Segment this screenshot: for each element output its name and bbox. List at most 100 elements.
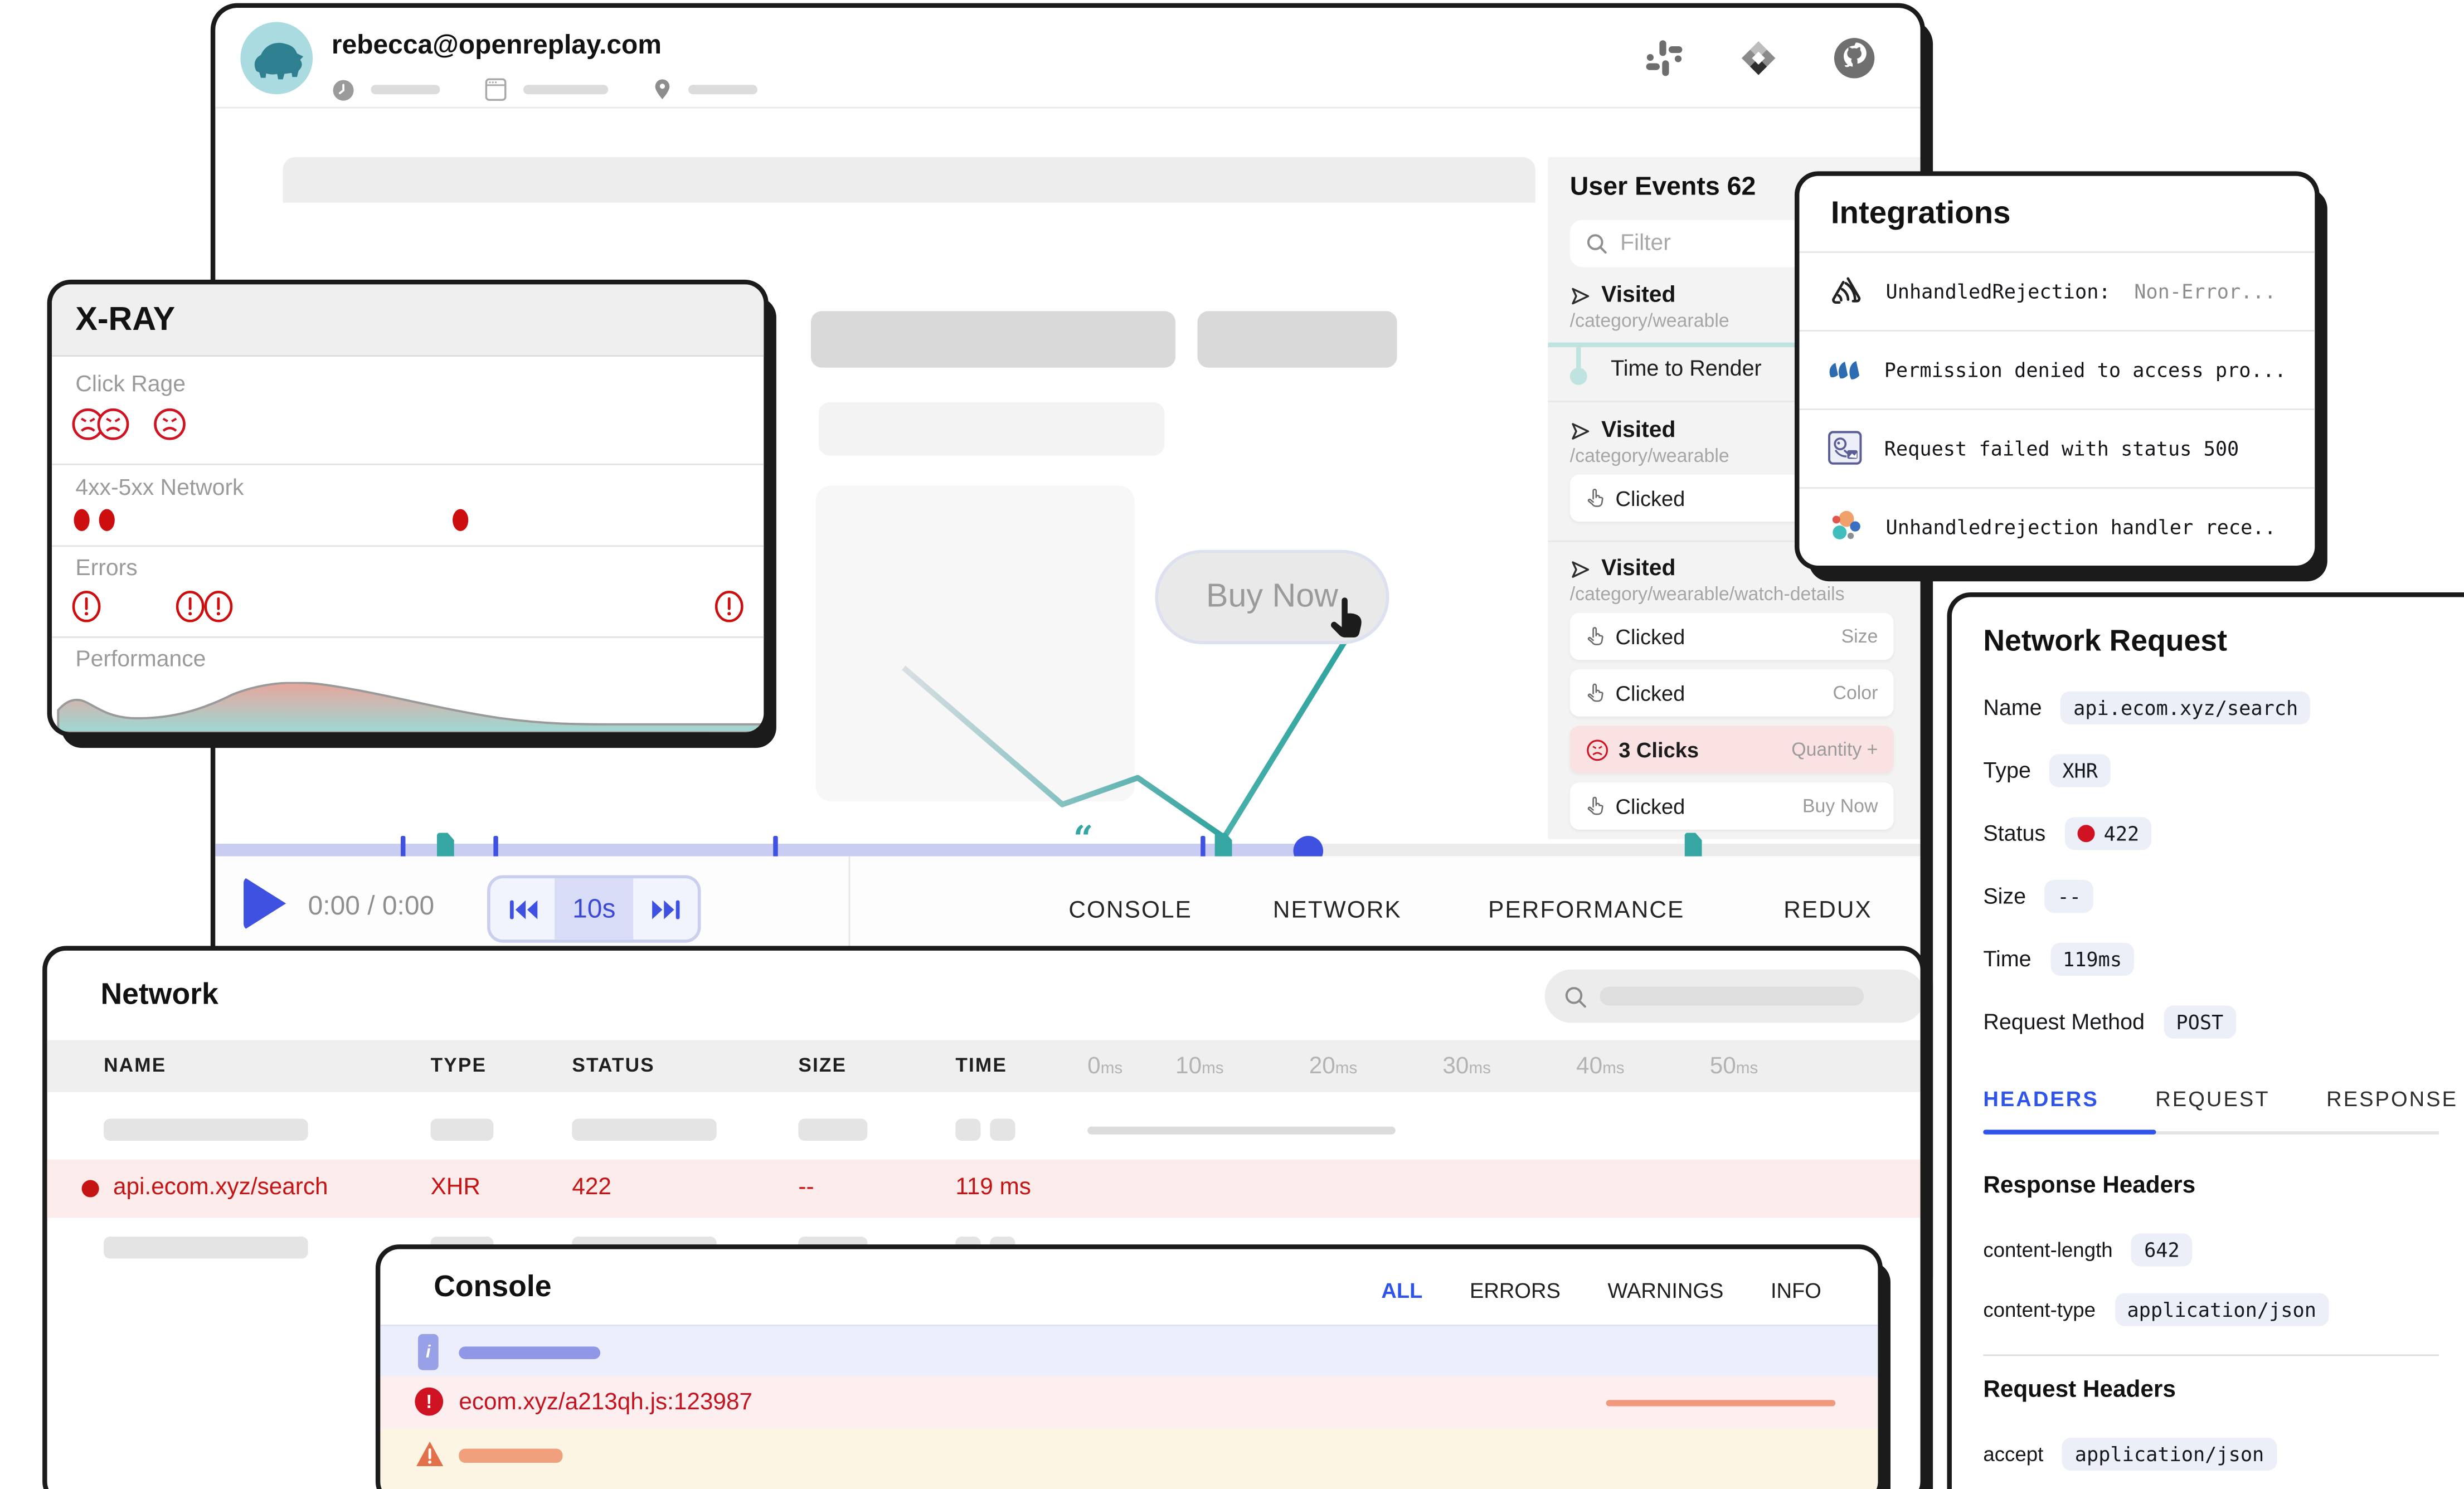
timeline-page-marker[interactable]	[437, 833, 454, 859]
col-status[interactable]: STATUS	[572, 1054, 654, 1076]
tab-response[interactable]: RESPONSE	[2326, 1087, 2458, 1111]
row-time: 119 ms	[955, 1174, 1031, 1200]
error-icon[interactable]	[713, 589, 745, 624]
rage-face-icon[interactable]	[96, 407, 130, 441]
console-tab-info[interactable]: INFO	[1771, 1279, 1821, 1302]
event-visited-2[interactable]: Visited /category/wearable	[1570, 418, 1729, 466]
visited-icon	[1570, 420, 1591, 441]
rage-face-icon[interactable]	[153, 407, 187, 441]
filter-placeholder: Filter	[1620, 231, 1671, 256]
tab-performance[interactable]: PERFORMANCE	[1488, 897, 1684, 924]
integration-item-elastic[interactable]: Unhandledrejection handler rece..	[1799, 487, 2315, 566]
network-error-dot[interactable]	[74, 509, 90, 531]
event-path: /category/wearable/watch-details	[1570, 583, 1845, 605]
col-size[interactable]: SIZE	[798, 1054, 847, 1076]
tick-0ms: 0ms	[1087, 1053, 1122, 1081]
network-request-panel: Network Request Name api.ecom.xyz/search…	[1952, 597, 2464, 1489]
console-tabs: ALL ERRORS WARNINGS INFO	[1381, 1279, 1821, 1302]
meta-skeleton	[523, 85, 608, 94]
integration-item-sentry[interactable]: UnhandledRejection: Non-Error...	[1799, 251, 2315, 330]
xray-panel: X-RAY Click Rage 4xx-5xx Network Errors …	[52, 284, 764, 732]
console-row-info[interactable]: i	[380, 1325, 1878, 1376]
console-tab-warnings[interactable]: WARNINGS	[1607, 1279, 1723, 1302]
table-row-skeleton[interactable]	[47, 1104, 1921, 1155]
timeline-event-tick[interactable]	[773, 836, 777, 858]
nr-field-time: Time 119ms	[1983, 936, 2134, 980]
user-email: rebecca@openreplay.com	[332, 30, 662, 61]
timeline-quote-marker[interactable]: “	[1073, 819, 1094, 859]
console-row-warning[interactable]	[380, 1428, 1878, 1489]
request-headers-title: Request Headers	[1983, 1376, 2176, 1403]
tab-network[interactable]: NETWORK	[1273, 897, 1402, 924]
timeline-progress	[215, 844, 1308, 857]
tab-request[interactable]: REQUEST	[2155, 1087, 2269, 1111]
response-headers-title: Response Headers	[1983, 1172, 2195, 1199]
network-error-dot[interactable]	[453, 509, 468, 531]
click-icon	[1586, 625, 1606, 647]
integrations-panel: Integrations UnhandledRejection: Non-Err…	[1799, 176, 2315, 566]
skip-back-button[interactable]	[490, 878, 555, 940]
tab-headers[interactable]: HEADERS	[1983, 1087, 2098, 1111]
tick-50ms: 50ms	[1710, 1053, 1758, 1081]
event-rage-click-card[interactable]: 3 Clicks Quantity +	[1570, 726, 1894, 773]
network-table-header: NAME TYPE STATUS SIZE TIME 0ms 10ms 20ms…	[47, 1040, 1921, 1092]
datadog-icon	[1828, 431, 1862, 465]
replay-timeline[interactable]	[215, 844, 1920, 857]
xray-title: X-RAY	[75, 301, 175, 339]
error-icon[interactable]	[174, 589, 206, 624]
console-error-icon: !	[415, 1388, 443, 1416]
skip-forward-button[interactable]	[633, 878, 698, 940]
error-icon[interactable]	[71, 589, 102, 624]
header-content-type: content-type application/json	[1983, 1288, 2329, 1329]
slack-icon[interactable]	[1644, 38, 1684, 79]
skip-interval[interactable]: 10s	[555, 878, 633, 940]
status-error-dot	[2077, 824, 2094, 841]
timeline-page-marker[interactable]	[1215, 833, 1232, 859]
network-error-dot[interactable]	[99, 509, 115, 531]
integration-item-bugsnag[interactable]: Permission denied to access pro...	[1799, 330, 2315, 408]
row-type: XHR	[431, 1174, 480, 1200]
nr-name-value: api.ecom.xyz/search	[2061, 690, 2311, 723]
github-icon[interactable]	[1833, 36, 1877, 80]
console-row-error[interactable]: ! ecom.xyz/a213qh.js:123987	[380, 1376, 1878, 1428]
meta-skeleton	[371, 85, 440, 94]
tick-40ms: 40ms	[1576, 1053, 1625, 1081]
event-visited-1[interactable]: Visited /category/wearable	[1570, 283, 1729, 332]
console-tab-errors[interactable]: ERRORS	[1470, 1279, 1561, 1302]
window-header: rebecca@openreplay.com	[215, 8, 1920, 108]
timeline-event-tick[interactable]	[401, 836, 405, 858]
row-size: --	[798, 1174, 814, 1200]
click-icon	[1586, 487, 1606, 509]
nr-field-name: Name api.ecom.xyz/search	[1983, 685, 2310, 729]
timeline-event-tick[interactable]	[1201, 836, 1205, 858]
warning-skeleton-bar	[459, 1449, 562, 1463]
product-subtitle-skeleton	[819, 402, 1164, 456]
log-skeleton	[459, 1346, 600, 1359]
time-to-render-label: Time to Render	[1611, 355, 1762, 380]
col-time[interactable]: TIME	[955, 1054, 1007, 1076]
integration-item-datadog[interactable]: Request failed with status 500	[1799, 408, 2315, 487]
nr-status-value: 422	[2064, 816, 2152, 849]
row-error-dot	[82, 1180, 99, 1198]
tab-redux[interactable]: REDUX	[1783, 897, 1872, 924]
console-tab-all[interactable]: ALL	[1381, 1279, 1422, 1302]
product-image-skeleton	[815, 485, 1134, 801]
tab-console[interactable]: CONSOLE	[1068, 897, 1192, 924]
tick-10ms: 10ms	[1175, 1053, 1224, 1081]
tick-30ms: 30ms	[1442, 1053, 1491, 1081]
col-name[interactable]: NAME	[104, 1054, 166, 1076]
error-icon[interactable]	[203, 589, 234, 624]
play-button[interactable]	[244, 877, 286, 930]
tick-20ms: 20ms	[1309, 1053, 1358, 1081]
event-clicked-card[interactable]: Clicked Color	[1570, 669, 1894, 717]
event-clicked-card[interactable]: Clicked Buy Now	[1570, 782, 1894, 830]
table-row-error[interactable]: api.ecom.xyz/search XHR 422 -- 119 ms	[47, 1160, 1921, 1218]
timeline-event-tick[interactable]	[493, 836, 498, 858]
col-type[interactable]: TYPE	[431, 1054, 487, 1076]
network-search[interactable]	[1545, 970, 1921, 1023]
console-panel: Console ALL ERRORS WARNINGS INFO i ! eco…	[380, 1249, 1878, 1489]
event-clicked-card[interactable]: Clicked Size	[1570, 613, 1894, 660]
product-title-skeleton	[811, 311, 1175, 368]
player-controls: 0:00 / 0:00 10s CONSOLE NETWORK PERFORMA…	[215, 857, 1920, 958]
jira-icon[interactable]	[1738, 38, 1778, 79]
